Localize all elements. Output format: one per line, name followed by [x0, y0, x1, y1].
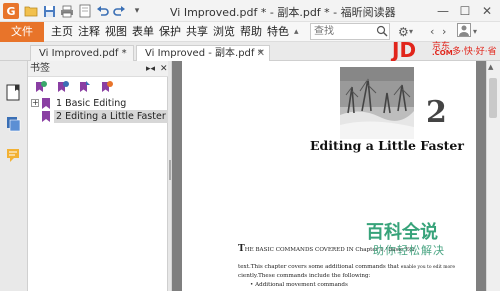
body-text: text.This chapter covers some additional… — [238, 264, 400, 270]
expand-bookmark-icon[interactable] — [34, 80, 48, 94]
open-folder-icon[interactable] — [23, 3, 39, 19]
bookmark-label: 2 Editing a Little Faster — [54, 110, 168, 123]
jd-ad-banner[interactable]: JD 京东 .COM 多·快·好·省 — [392, 38, 500, 62]
jd-logo: JD — [392, 38, 417, 62]
body-line: text.This chapter covers some additional… — [238, 264, 455, 270]
tab-close-icon[interactable]: ✕ — [257, 46, 265, 61]
menu-form[interactable]: 表单 — [132, 24, 154, 40]
bookmarks-panel-title: 书签 — [30, 63, 50, 74]
quick-access-dropdown-icon[interactable]: ▾ — [129, 3, 145, 19]
drop-cap: T — [238, 244, 245, 254]
menu-share[interactable]: 共享 — [186, 24, 208, 40]
menu-home[interactable]: 主页 — [51, 24, 73, 40]
watermark-subtitle: 助你轻松解决 — [373, 244, 445, 257]
redo-icon[interactable] — [111, 3, 127, 19]
body-line: ciently.These commands include the follo… — [238, 273, 371, 279]
close-icon[interactable]: ✕ — [478, 2, 496, 20]
bookmark-item[interactable]: + 1 Basic Editing — [28, 97, 168, 110]
bookmarks-panel: 书签 ▸◂ ✕ + 1 Basic Editing 2 Editing a Li… — [28, 61, 168, 291]
menu-browse[interactable]: 浏览 — [213, 24, 235, 40]
bookmarks-panel-header: 书签 ▸◂ ✕ — [28, 61, 168, 77]
body-text-smallcaps: enable you to edit more — [400, 265, 455, 270]
window-title: Vi Improved.pdf * - 副本.pdf * - 福昕阅读器 — [170, 6, 396, 19]
maximize-icon[interactable]: ☐ — [456, 2, 474, 20]
tab-vi-improved[interactable]: Vi Improved.pdf * — [30, 45, 134, 61]
chapter-title: Editing a Little Faster — [310, 138, 464, 153]
user-avatar-icon[interactable] — [457, 23, 471, 39]
close-panel-icon[interactable]: ✕ — [160, 61, 168, 77]
splitter-grip[interactable] — [169, 160, 171, 180]
bookmark-label: 1 Basic Editing — [56, 98, 127, 109]
bullet-item: • Additional movement commands — [250, 282, 348, 288]
print-icon[interactable] — [59, 3, 75, 19]
undo-icon[interactable] — [95, 3, 111, 19]
bookmark-properties-icon[interactable] — [100, 80, 114, 94]
bookmark-icon — [42, 98, 50, 109]
file-menu-button[interactable]: 文件 — [0, 22, 44, 42]
jd-logo-com: .COM — [432, 49, 453, 57]
foxit-logo-icon[interactable]: G — [3, 3, 19, 19]
minimize-icon[interactable]: — — [434, 2, 452, 20]
tab-label: Vi Improved.pdf * — [39, 48, 127, 59]
bullet-text: Additional movement commands — [255, 282, 348, 288]
menu-comment[interactable]: 注释 — [78, 24, 100, 40]
collapse-panel-icon[interactable]: ▸◂ — [146, 61, 155, 77]
chapter-number: 2 — [426, 95, 447, 130]
title-bar: G ▾ Vi Improved.pdf * - 副本.pdf * - 福昕阅读器… — [0, 0, 500, 22]
scrollbar-thumb[interactable] — [489, 78, 497, 118]
page-icon[interactable] — [77, 3, 93, 19]
expand-toggle-icon[interactable]: + — [31, 99, 39, 107]
delete-bookmark-icon[interactable] — [78, 80, 92, 94]
jd-slogan: 多·快·好·省 — [452, 47, 497, 57]
menu-help[interactable]: 帮助 — [240, 24, 262, 40]
comments-panel-icon[interactable] — [6, 147, 22, 163]
menu-view[interactable]: 视图 — [105, 24, 127, 40]
add-bookmark-icon[interactable] — [56, 80, 70, 94]
menu-features[interactable]: 特色 — [267, 24, 289, 40]
pages-panel-icon[interactable] — [6, 116, 22, 132]
side-panel-rail — [0, 61, 28, 291]
tab-vi-improved-copy[interactable]: Vi Improved - 副本.pdf * ✕ — [136, 45, 270, 61]
bookmark-panel-icon[interactable] — [6, 84, 22, 101]
chapter-photo — [340, 67, 414, 139]
bookmark-item-selected[interactable]: 2 Editing a Little Faster — [28, 110, 168, 123]
ribbon-toggle-icon[interactable]: ▴ — [294, 24, 299, 40]
save-icon[interactable] — [41, 3, 57, 19]
watermark-title: 百科全说 — [366, 222, 438, 243]
bookmarks-toolbar — [28, 78, 168, 96]
scroll-up-icon[interactable]: ▲ — [488, 63, 493, 71]
tab-label: Vi Improved - 副本.pdf * — [145, 48, 263, 59]
bookmark-icon — [42, 111, 50, 122]
search-icon[interactable] — [376, 25, 388, 37]
menu-protect[interactable]: 保护 — [159, 24, 181, 40]
